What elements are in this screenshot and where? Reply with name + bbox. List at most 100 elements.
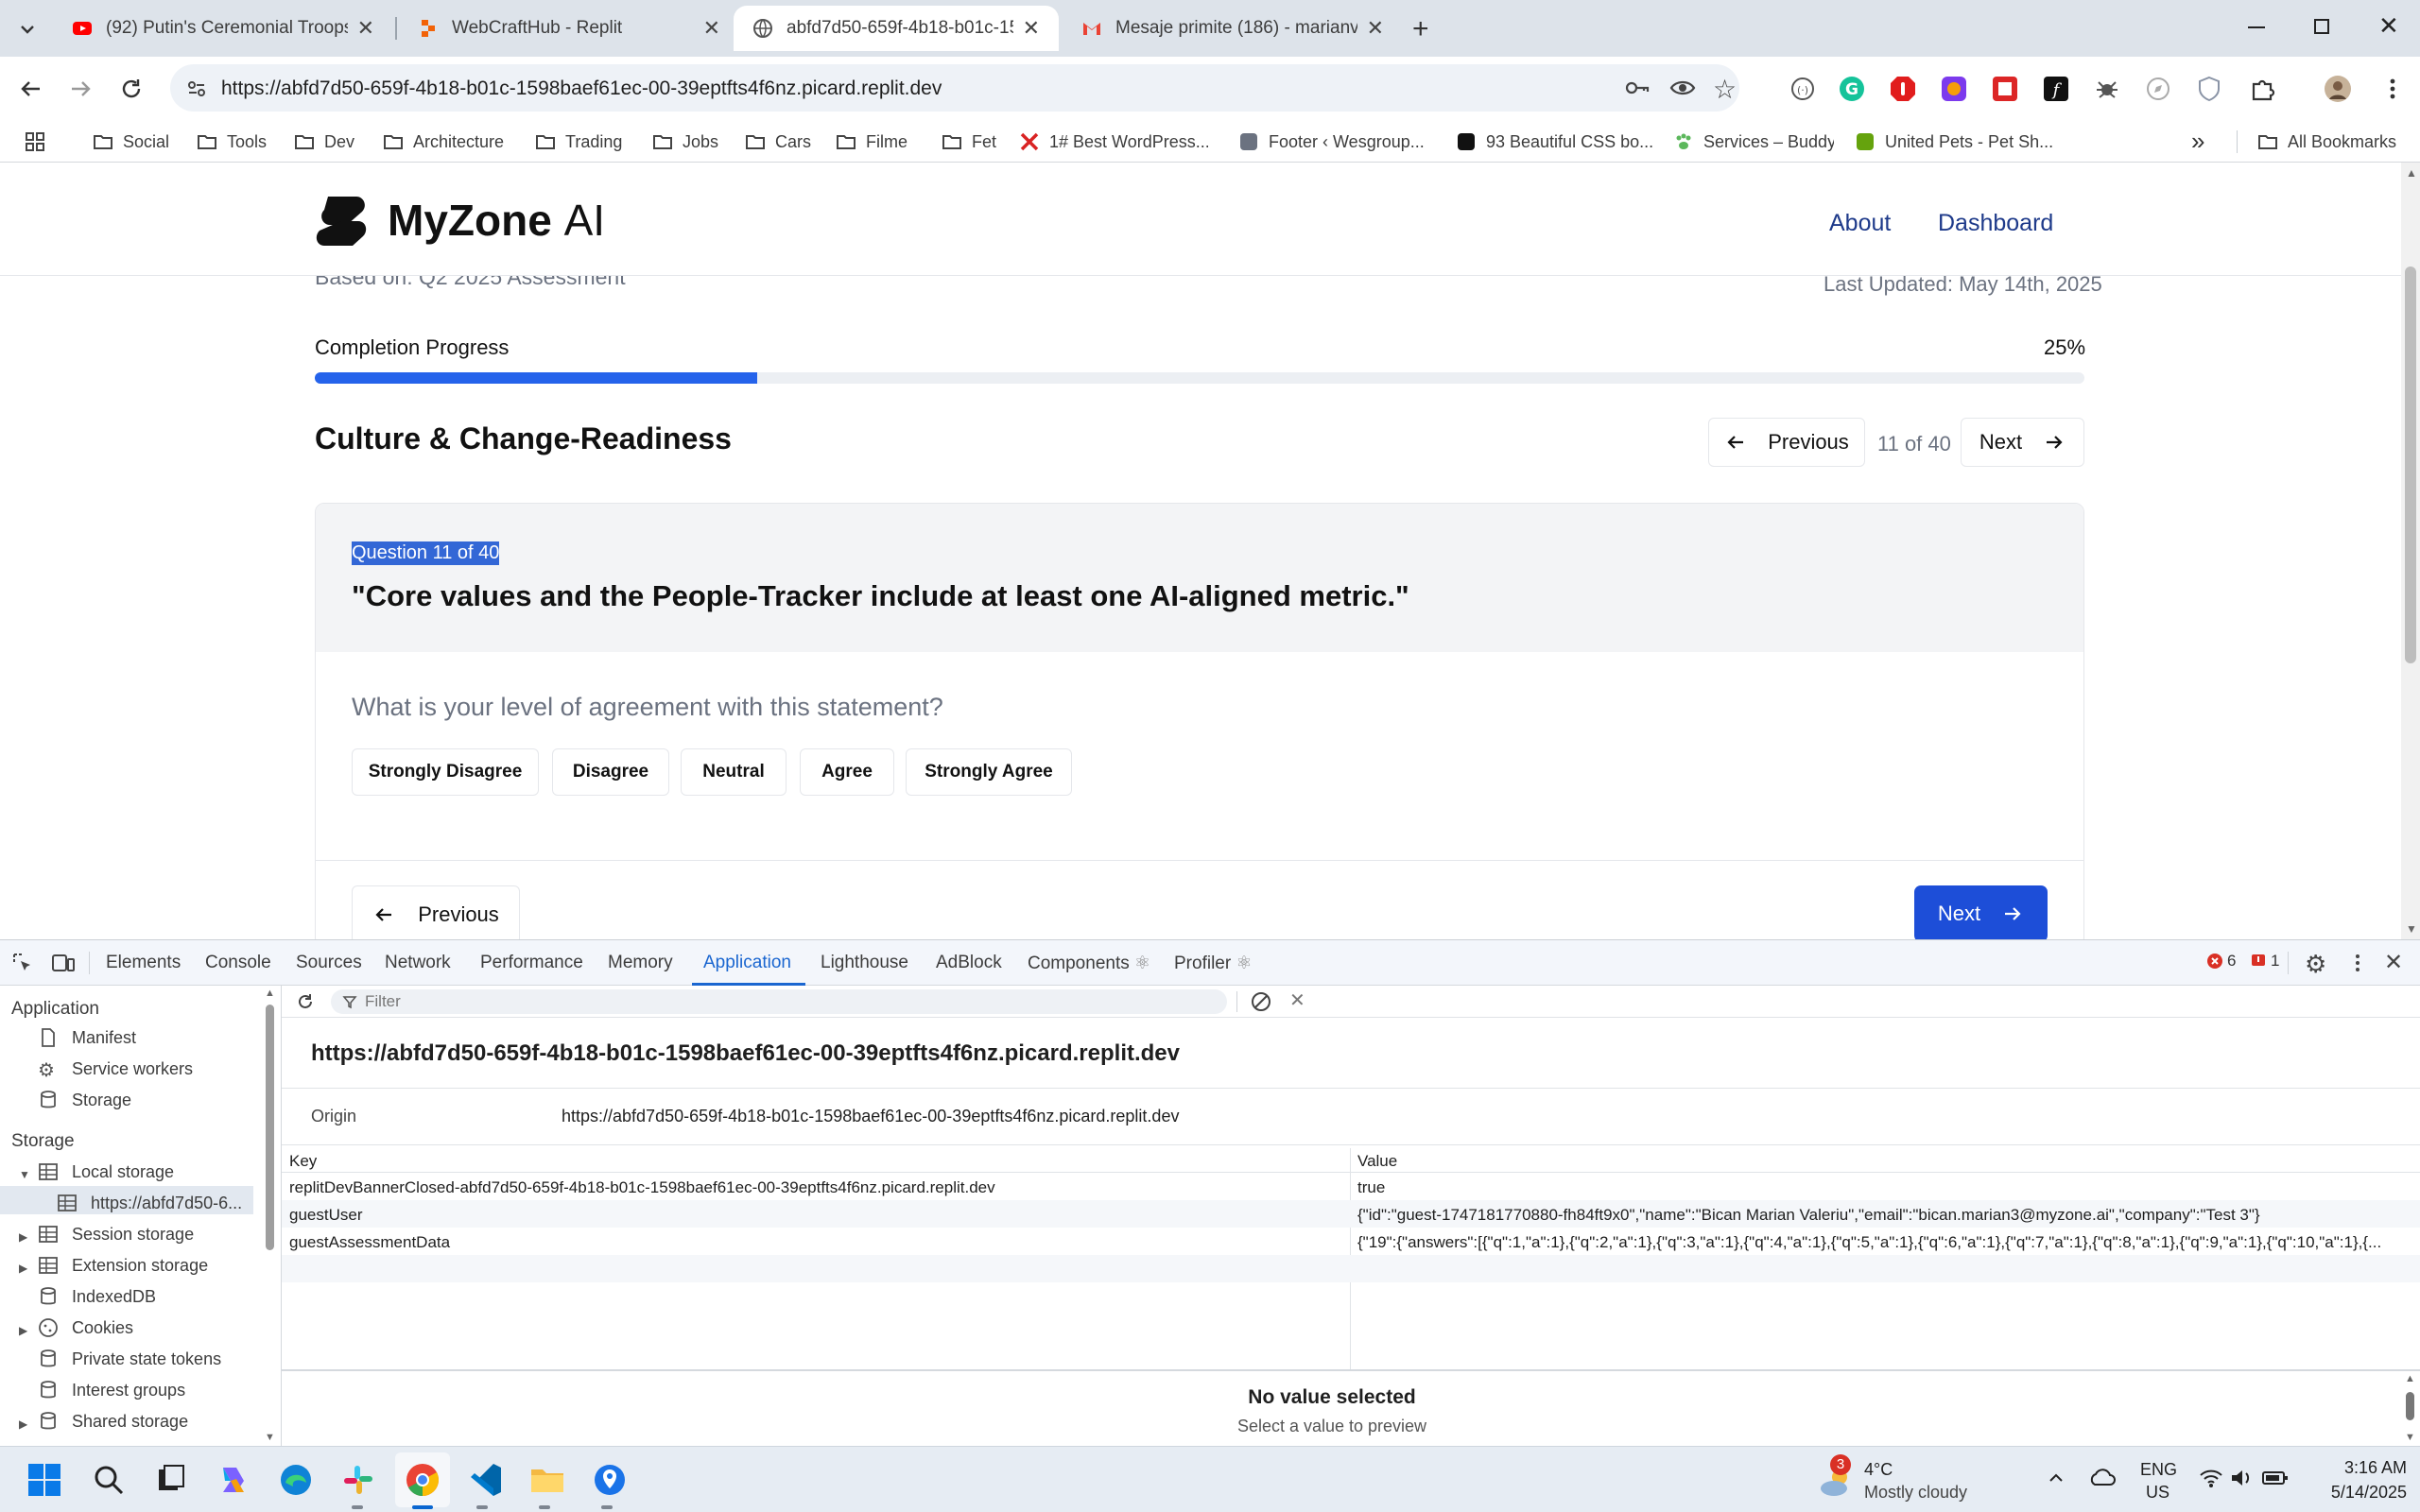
extension-reader-icon[interactable]: (·) (1789, 75, 1817, 103)
new-tab-button[interactable]: + (1412, 13, 1429, 45)
reload-icon[interactable] (117, 75, 146, 103)
table-row[interactable]: replitDevBannerClosed-abfd7d50-659f-4b18… (282, 1173, 2420, 1200)
copilot-icon[interactable] (214, 1460, 253, 1500)
sidebar-item-private-state-tokens[interactable]: Private state tokens (38, 1349, 221, 1369)
inspect-element-icon[interactable] (11, 952, 34, 974)
sidebar-item-extension-storage[interactable]: Extension storage (38, 1255, 208, 1276)
sidebar-item-local-storage[interactable]: Local storage (38, 1161, 174, 1182)
bookmark-item[interactable]: Filme (836, 129, 908, 155)
next-question-button[interactable]: Next (1961, 418, 2084, 467)
bookmark-item[interactable]: Fet (942, 129, 996, 155)
devtools-tab-components[interactable]: Components ⚛ (1028, 953, 1150, 974)
nav-dashboard-link[interactable]: Dashboard (1938, 210, 2053, 237)
show-hidden-icons-chevron-icon[interactable] (2046, 1468, 2066, 1488)
edge-browser-icon[interactable] (276, 1460, 316, 1500)
error-count-badge[interactable]: 6 (2206, 952, 2236, 971)
back-arrow-icon[interactable] (17, 75, 45, 103)
address-bar[interactable]: https://abfd7d50-659f-4b18-b01c-1598baef… (170, 64, 1739, 112)
bookmark-item[interactable]: Jobs (652, 129, 718, 155)
devtools-tab-performance[interactable]: Performance (480, 953, 583, 973)
table-row[interactable]: guestAssessmentData {"19":{"answers":[{"… (282, 1228, 2420, 1255)
file-explorer-icon[interactable] (527, 1460, 567, 1500)
tab-close-icon[interactable]: ✕ (1367, 16, 1384, 41)
browser-tab-active[interactable]: abfd7d50-659f-4b18-b01c-159 ✕ (734, 6, 1059, 51)
adblock-extension-icon[interactable] (1889, 75, 1917, 103)
restore-icon[interactable] (2314, 19, 2329, 34)
sidebar-item-interest-groups[interactable]: Interest groups (38, 1380, 185, 1400)
sidebar-item-session-storage[interactable]: Session storage (38, 1224, 194, 1245)
bottom-next-button[interactable]: Next (1914, 885, 2048, 939)
onedrive-cloud-icon[interactable] (2087, 1466, 2116, 1488)
bottom-previous-button[interactable]: Previous (352, 885, 520, 939)
device-toolbar-icon[interactable] (51, 952, 76, 974)
profile-avatar[interactable] (2324, 75, 2352, 103)
devtools-tab-profiler[interactable]: Profiler ⚛ (1174, 953, 1253, 974)
sidebar-item-shared-storage[interactable]: Shared storage (38, 1411, 188, 1432)
column-header-key[interactable]: Key (289, 1152, 317, 1171)
clear-all-icon[interactable] (1250, 990, 1272, 1013)
nav-about-link[interactable]: About (1829, 210, 1891, 237)
slack-icon[interactable] (338, 1460, 378, 1500)
table-row[interactable]: guestUser {"id":"guest-1747181770880-fh8… (282, 1200, 2420, 1228)
tab-close-icon[interactable]: ✕ (703, 16, 720, 41)
browser-tab-replit[interactable]: WebCraftHub - Replit ✕ (399, 6, 739, 51)
chrome-icon[interactable] (403, 1460, 442, 1500)
shield-extension-icon[interactable] (2195, 75, 2223, 103)
volume-icon[interactable] (2229, 1468, 2254, 1488)
bookmark-item[interactable]: Dev (294, 129, 354, 155)
choice-strongly-agree[interactable]: Strongly Agree (906, 748, 1072, 796)
sidebar-item-indexeddb[interactable]: IndexedDB (38, 1286, 156, 1307)
devtools-tab-adblock[interactable]: AdBlock (936, 953, 1002, 973)
devtools-tab-network[interactable]: Network (385, 953, 451, 973)
browser-tab-gmail[interactable]: Mesaje primite (186) - marianva ✕ (1063, 6, 1403, 51)
bookmark-item[interactable]: Trading (535, 129, 622, 155)
bookmark-star-icon[interactable]: ☆ (1713, 74, 1737, 105)
sidebar-item-service-workers[interactable]: ⚙ Service workers (38, 1058, 193, 1082)
delete-selected-icon[interactable]: ✕ (1289, 988, 1305, 1012)
tab-close-icon[interactable]: ✕ (357, 16, 374, 41)
apps-grid-icon[interactable] (25, 131, 45, 152)
devtools-tab-application[interactable]: Application (703, 953, 791, 973)
devtools-tab-console[interactable]: Console (205, 953, 271, 973)
windows-start-icon[interactable] (25, 1460, 64, 1500)
choice-neutral[interactable]: Neutral (681, 748, 786, 796)
devtools-tab-lighthouse[interactable]: Lighthouse (821, 953, 908, 973)
choice-agree[interactable]: Agree (800, 748, 894, 796)
warning-count-badge[interactable]: 1 (2250, 952, 2279, 971)
search-icon[interactable] (89, 1460, 129, 1500)
bookmark-item[interactable]: Cars (745, 129, 811, 155)
browser-tab-youtube[interactable]: (92) Putin's Ceremonial Troops S ✕ (53, 6, 393, 51)
bookmark-item[interactable]: Tools (197, 129, 267, 155)
sidebar-item-manifest[interactable]: Manifest (38, 1027, 136, 1048)
preview-scrollbar[interactable]: ▲ ▼ (2403, 1373, 2416, 1447)
bookmark-item[interactable]: Footer ‹ Wesgroup... (1238, 129, 1425, 155)
previous-question-button[interactable]: Previous (1708, 418, 1865, 467)
sidebar-item-local-origin[interactable]: https://abfd7d50-6... (57, 1193, 242, 1213)
clock-date[interactable]: 5/14/2025 (2307, 1483, 2407, 1503)
bug-extension-icon[interactable] (2093, 75, 2121, 103)
all-bookmarks-link[interactable]: All Bookmarks (2257, 129, 2396, 155)
weather-widget[interactable]: 3 4°C Mostly cloudy (1815, 1454, 2004, 1507)
site-info-icon[interactable] (185, 77, 208, 100)
bookmark-item[interactable]: Social (93, 129, 168, 155)
tab-close-icon[interactable]: ✕ (1023, 16, 1040, 41)
sidebar-scrollbar[interactable]: ▲ ▼ (263, 988, 276, 1445)
choice-strongly-disagree[interactable]: Strongly Disagree (352, 748, 539, 796)
clock-time[interactable]: 3:16 AM (2325, 1458, 2407, 1478)
forward-arrow-icon[interactable] (66, 75, 95, 103)
refresh-icon[interactable] (295, 991, 316, 1012)
devtools-tab-elements[interactable]: Elements (106, 953, 181, 973)
page-scrollbar-thumb[interactable] (2405, 266, 2416, 663)
choice-disagree[interactable]: Disagree (552, 748, 669, 796)
devtools-close-icon[interactable]: ✕ (2384, 949, 2403, 976)
column-header-value[interactable]: Value (1357, 1152, 1397, 1171)
font-extension-icon[interactable]: f (2042, 75, 2070, 103)
task-view-icon[interactable] (151, 1460, 191, 1500)
grammarly-icon[interactable]: G (1838, 75, 1866, 103)
vscode-icon[interactable] (465, 1460, 505, 1500)
filter-input[interactable]: Filter (331, 989, 1227, 1014)
bookmark-item[interactable]: 1# Best WordPress... (1019, 129, 1208, 155)
eye-icon[interactable] (1669, 76, 1696, 100)
page-scrollbar[interactable]: ▲ ▼ (2401, 163, 2420, 939)
devtools-menu-icon[interactable] (2346, 952, 2369, 974)
